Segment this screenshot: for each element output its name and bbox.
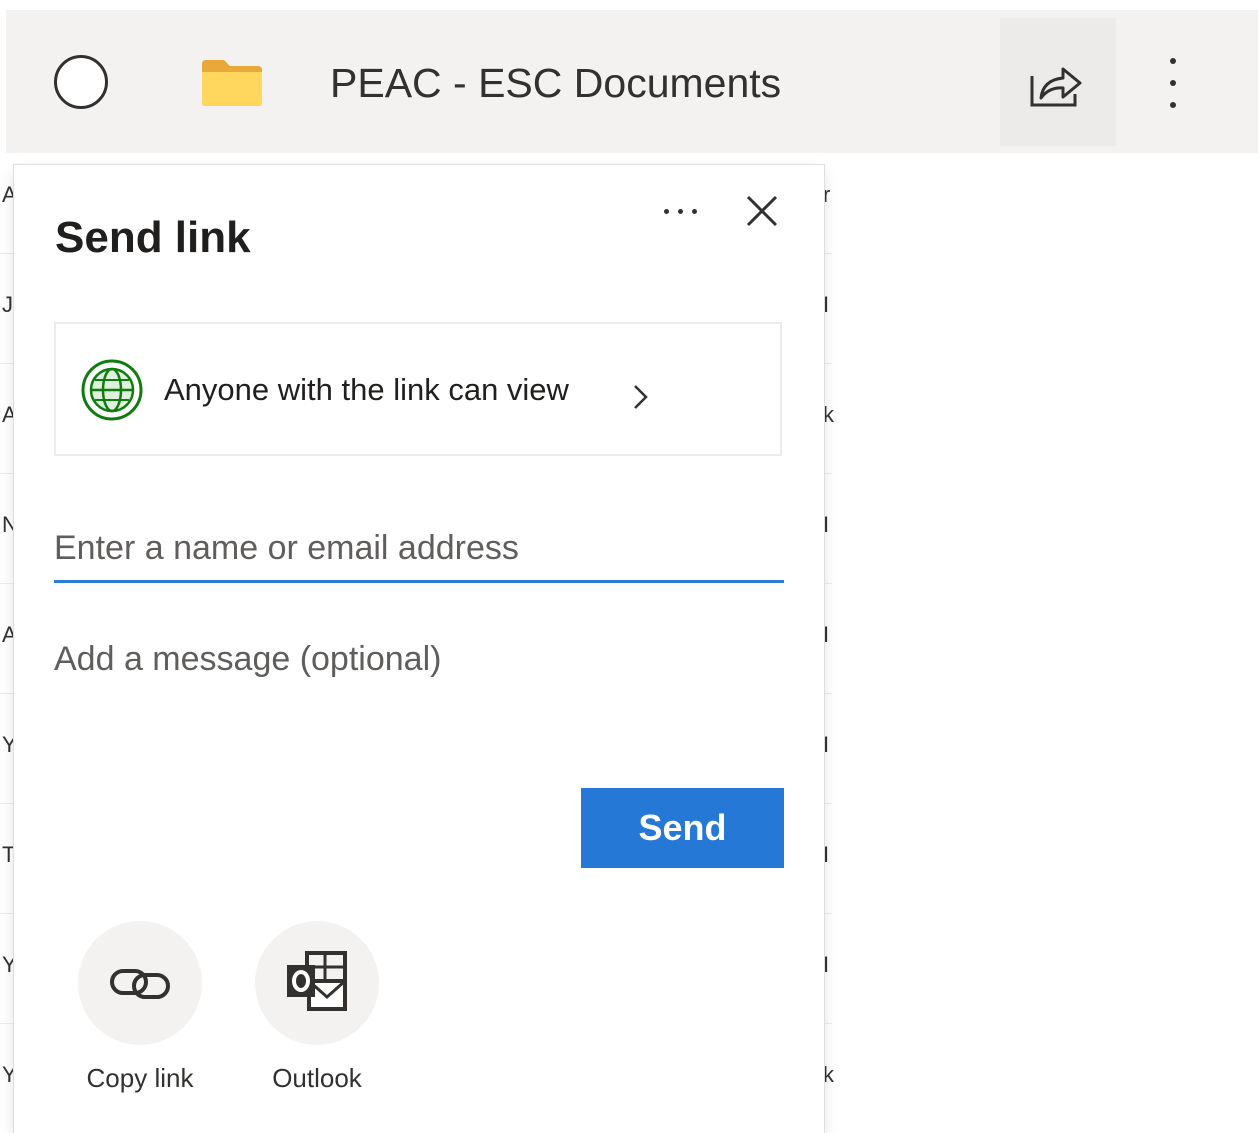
chevron-right-icon <box>634 385 648 409</box>
globe-icon <box>81 359 143 421</box>
more-vertical-icon <box>1170 58 1176 64</box>
page: PEAC - ESC Documents A J A N A Y T Y Y r… <box>0 0 1258 1133</box>
link-settings-label: Anyone with the link can view <box>164 372 569 407</box>
recipient-input[interactable] <box>54 517 784 583</box>
message-input[interactable] <box>54 635 784 765</box>
more-vertical-icon-dot <box>1170 80 1176 86</box>
copy-link-button[interactable]: Copy link <box>70 921 210 1111</box>
file-row[interactable]: PEAC - ESC Documents <box>6 10 1258 153</box>
outlook-label: Outlook <box>272 1063 362 1093</box>
row-text-fragment: k <box>823 402 834 427</box>
copy-link-label: Copy link <box>86 1063 194 1093</box>
more-horizontal-icon[interactable] <box>656 193 704 229</box>
item-name[interactable]: PEAC - ESC Documents <box>330 60 781 106</box>
more-horizontal-icon-dot <box>692 209 697 214</box>
copy-link-icon <box>110 969 170 999</box>
more-horizontal-icon-dot <box>664 209 669 214</box>
close-icon[interactable] <box>740 189 784 233</box>
row-text-fragment: k <box>823 1062 834 1087</box>
outlook-circle[interactable] <box>255 921 379 1045</box>
share-button[interactable] <box>1000 18 1116 146</box>
copy-link-circle[interactable] <box>78 921 202 1045</box>
row-text-fragment: r <box>823 182 831 207</box>
link-settings-button[interactable]: Anyone with the link can view <box>54 322 782 456</box>
outlook-icon <box>287 951 347 1011</box>
more-vertical-icon-dot <box>1170 102 1176 108</box>
row-text-fragment: J <box>2 292 13 317</box>
more-horizontal-icon-dot <box>678 209 683 214</box>
send-link-panel: Send link Anyone with the link can view <box>14 165 824 1133</box>
send-button[interactable]: Send <box>581 788 784 868</box>
panel-title: Send link <box>55 213 251 262</box>
selection-circle-icon[interactable] <box>54 55 108 109</box>
folder-icon <box>202 60 262 106</box>
outlook-button[interactable]: Outlook <box>247 921 387 1111</box>
more-options-button[interactable] <box>1146 48 1200 118</box>
share-icon <box>1030 67 1082 107</box>
